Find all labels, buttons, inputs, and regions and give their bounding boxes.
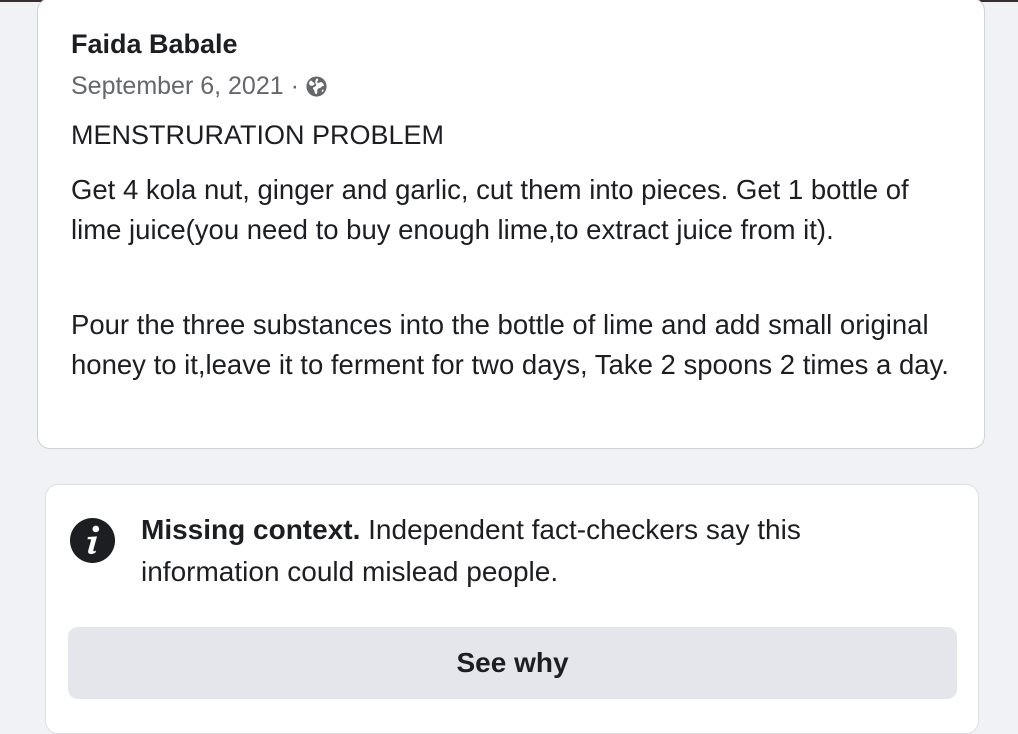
post-paragraph: Pour the three substances into the bottl… — [71, 309, 949, 380]
fact-check-message: Missing context. Independent fact-checke… — [141, 509, 941, 593]
meta-separator: · — [290, 72, 299, 100]
post-paragraph: Get 4 kola nut, ginger and garlic, cut t… — [71, 174, 909, 245]
post-title: MENSTRURATION PROBLEM — [71, 120, 445, 150]
post-date[interactable]: September 6, 2021 — [71, 72, 284, 101]
globe-icon[interactable] — [305, 75, 328, 98]
info-icon — [69, 517, 116, 564]
post-author-name[interactable]: Faida Babale — [71, 29, 238, 60]
see-why-button[interactable]: See why — [68, 627, 957, 699]
fact-check-card: Missing context. Independent fact-checke… — [45, 484, 979, 734]
shared-post-card[interactable]: Faida Babale September 6, 2021 · MENSTRU… — [37, 0, 985, 449]
post-meta: September 6, 2021 · — [71, 72, 328, 101]
fact-check-heading: Missing context. — [141, 514, 361, 545]
